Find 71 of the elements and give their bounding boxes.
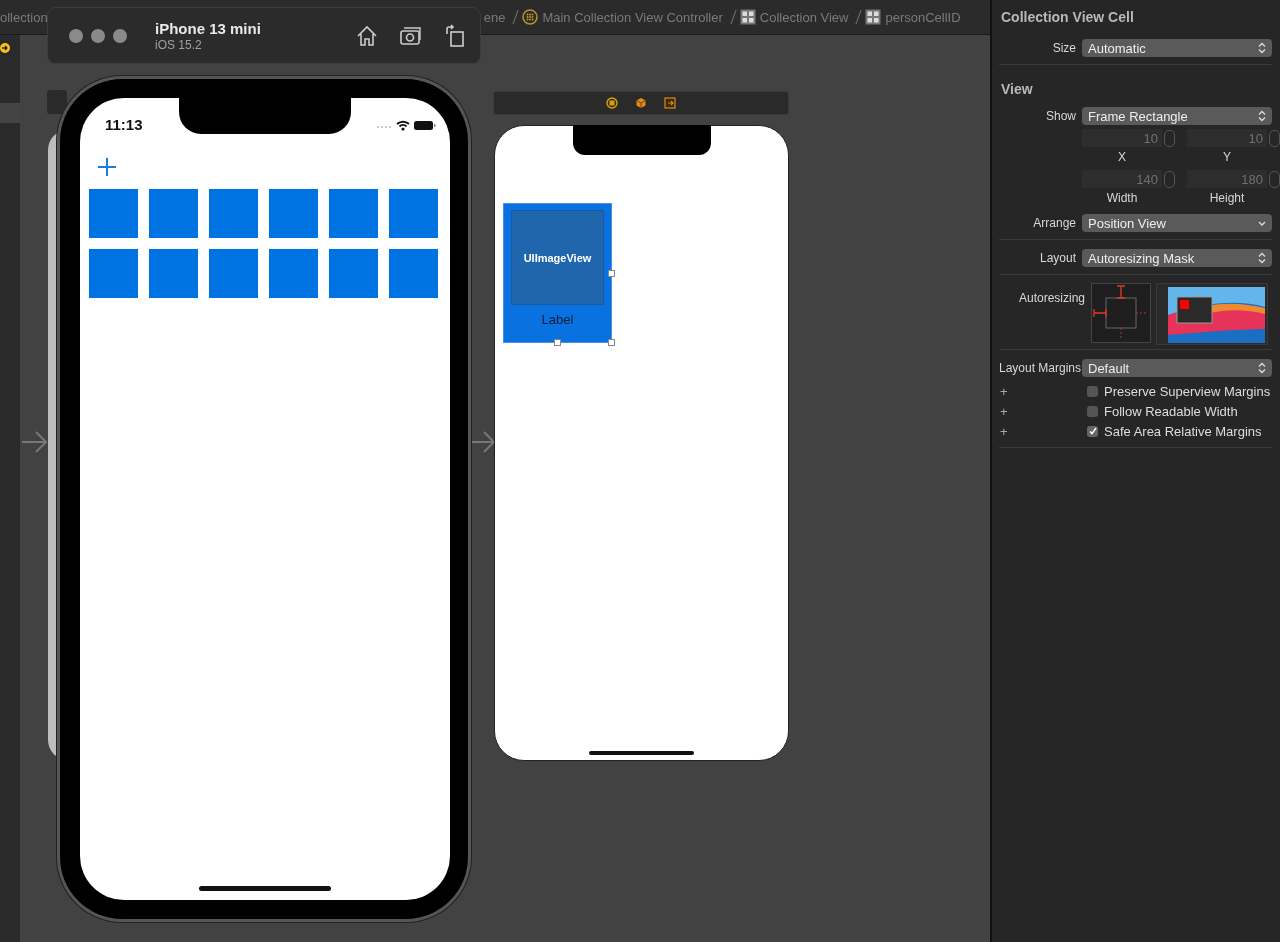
os-version: iOS 15.2 <box>155 37 203 52</box>
add-icon[interactable] <box>97 157 117 177</box>
collection-cell <box>209 249 258 298</box>
arrow-icon <box>470 430 496 454</box>
autoresizing-mask-drawing[interactable] <box>1091 283 1151 343</box>
grid-icon <box>739 9 756 25</box>
checkbox-label[interactable]: Preserve Superview Margins <box>1104 383 1271 399</box>
collection-cell <box>89 189 138 238</box>
stepper-icon[interactable] <box>1269 170 1280 188</box>
stepper-icon[interactable] <box>1164 170 1175 188</box>
checkbox[interactable] <box>1087 425 1098 437</box>
collection-cell <box>269 249 318 298</box>
scene-toolbar <box>47 90 67 114</box>
popup-button[interactable]: Autoresizing Mask <box>1082 249 1272 267</box>
breadcrumb-item[interactable]: personCellID <box>865 9 961 25</box>
popup-button[interactable]: Position View <box>1082 214 1272 232</box>
resize-handle[interactable] <box>554 339 561 346</box>
section-title: View <box>1000 80 1034 99</box>
add-variation-button[interactable]: + <box>999 383 1087 399</box>
field-label: X <box>1117 150 1127 164</box>
cube-icon[interactable] <box>635 97 647 109</box>
breadcrumb-item[interactable]: ene <box>483 9 506 25</box>
rotate-icon[interactable] <box>443 23 467 48</box>
status-time: 11:13 <box>105 116 143 133</box>
field-label: Show <box>1044 109 1077 123</box>
resize-handle[interactable] <box>608 339 615 346</box>
field-label: Arrange <box>1032 216 1077 230</box>
field-label: Size <box>1051 41 1077 55</box>
add-variation-button[interactable]: + <box>999 423 1087 439</box>
field-label: Layout <box>1038 251 1077 265</box>
popup-button[interactable]: Automatic <box>1082 39 1272 57</box>
home-icon[interactable] <box>355 23 379 48</box>
add-variation-button[interactable]: + <box>999 403 1087 419</box>
collection-cell <box>389 249 438 298</box>
cell-prototype[interactable]: UIImageView Label <box>503 203 612 343</box>
arrow-icon <box>22 430 48 454</box>
popup-button[interactable]: Default <box>1082 359 1272 377</box>
exit-icon[interactable] <box>664 97 676 109</box>
resize-handle[interactable] <box>608 270 615 277</box>
window-controls[interactable] <box>69 28 127 43</box>
collection-cell <box>329 189 378 238</box>
device-name: iPhone 13 mini <box>155 19 262 37</box>
stepper-icon[interactable] <box>1164 129 1175 147</box>
collection-cell <box>149 249 198 298</box>
collection-cell <box>149 189 198 238</box>
stepper-icon[interactable] <box>1269 129 1280 147</box>
field-label: Layout Margins <box>999 361 1082 375</box>
collection-cell <box>389 189 438 238</box>
arrow-icon[interactable] <box>0 43 10 53</box>
controller-icon <box>522 9 539 25</box>
field-label: Autoresizing <box>1017 290 1086 305</box>
breadcrumb-item[interactable]: Main Collection View Controller <box>522 9 723 25</box>
inspector-title: Collection View Cell <box>1000 8 1135 27</box>
field-label: Width <box>1105 191 1139 205</box>
collection-cell <box>269 189 318 238</box>
checkbox[interactable] <box>1087 405 1098 417</box>
grid-icon <box>865 9 882 25</box>
controller-icon[interactable] <box>606 97 618 109</box>
checkbox-label[interactable]: Safe Area Relative Margins <box>1104 423 1262 439</box>
collection-cell <box>209 189 258 238</box>
image-view: UIImageView <box>511 210 604 305</box>
breadcrumb-item[interactable]: Collection View <box>739 9 849 25</box>
checkbox[interactable] <box>1087 385 1098 397</box>
breadcrumb-item[interactable]: ollection <box>0 9 48 25</box>
collection-cell <box>89 249 138 298</box>
field-label: Height <box>1208 191 1246 205</box>
collection-cell <box>329 249 378 298</box>
checkbox-label[interactable]: Follow Readable Width <box>1104 403 1238 419</box>
cell-label: Label <box>540 312 575 327</box>
popup-button[interactable]: Frame Rectangle <box>1082 107 1272 125</box>
field-label: Y <box>1222 150 1232 164</box>
